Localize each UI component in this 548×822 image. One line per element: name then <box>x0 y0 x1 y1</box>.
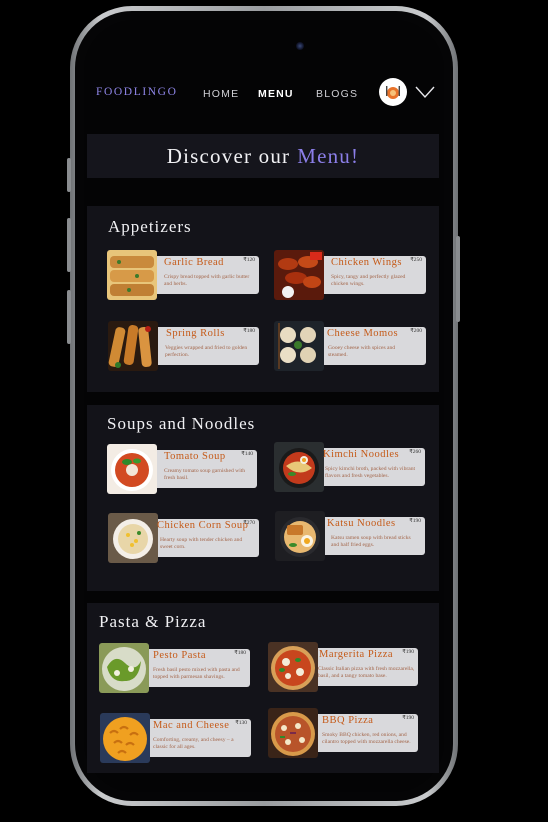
pesto-pasta-image <box>99 643 149 693</box>
item-name: Mac and Cheese <box>153 720 230 731</box>
item-name: Garlic Bread <box>164 257 224 268</box>
chevron-down-icon[interactable] <box>415 82 435 102</box>
item-name: BBQ Pizza <box>322 715 374 726</box>
section-appetizers: Appetizers Garlic Bread ₹120 Crispy brea… <box>87 206 439 392</box>
phone-volume-down <box>67 290 71 344</box>
item-price: ₹260 <box>409 449 421 455</box>
item-desc: Crispy bread topped with garlic butter a… <box>164 274 250 287</box>
top-nav: FOODLINGO HOME MENU BLOGS <box>96 78 453 106</box>
item-name: Tomato Soup <box>164 451 226 462</box>
item-price: ₹140 <box>241 451 253 457</box>
menu-item-card[interactable]: Kimchi Noodles ₹260 Spicy kimchi broth, … <box>274 442 425 492</box>
front-camera <box>296 42 304 50</box>
nav-menu[interactable]: MENU <box>258 88 294 100</box>
item-desc: Creamy tomato soup garnished with fresh … <box>164 468 246 481</box>
item-desc: Classic Italian pizza with fresh mozzare… <box>318 666 415 679</box>
item-name: Katsu Noodles <box>327 518 396 529</box>
brand-prefix: FOOD <box>96 86 134 98</box>
section-title: Appetizers <box>108 217 192 236</box>
menu-banner: Discover our Menu! <box>87 134 439 178</box>
bbq-pizza-image <box>268 708 318 758</box>
brand-logo[interactable]: FOODLINGO <box>96 86 178 98</box>
chicken-corn-soup-image <box>108 513 158 563</box>
katsu-noodles-image <box>275 511 325 561</box>
banner-accent: Menu! <box>297 143 360 168</box>
item-name: Spring Rolls <box>166 328 225 339</box>
item-price: ₹200 <box>410 328 422 334</box>
item-price: ₹190 <box>402 649 414 655</box>
item-price: ₹130 <box>235 720 247 726</box>
item-desc: Fresh basil pesto mixed with pasta and t… <box>153 667 240 680</box>
menu-item-card[interactable]: Chicken Wings ₹250 Spicy, tangy and perf… <box>274 250 426 300</box>
banner-text: Discover our <box>166 143 291 168</box>
item-desc: Spicy, tangy and perfectly glazed chicke… <box>331 274 406 287</box>
item-desc: Smoky BBQ chicken, red onions, and cilan… <box>322 732 411 745</box>
menu-item-card[interactable]: BBQ Pizza ₹190 Smoky BBQ chicken, red on… <box>268 708 418 758</box>
item-desc: Veggies wrapped and fried to golden perf… <box>165 345 248 358</box>
item-desc: Spicy kimchi broth, packed with vibrant … <box>325 466 416 479</box>
item-price: ₹180 <box>243 328 255 334</box>
phone-volume-up <box>67 218 71 272</box>
item-desc: Katsu ramen soup with bread sticks and h… <box>331 535 411 548</box>
menu-item-card[interactable]: Pesto Pasta ₹180 Fresh basil pesto mixed… <box>99 643 250 693</box>
cheese-momos-image <box>274 321 324 371</box>
item-price: ₹190 <box>402 715 414 721</box>
item-desc: Gooey cheese with spices and steamed. <box>328 345 396 358</box>
item-name: Cheese Momos <box>327 328 399 339</box>
garlic-bread-image <box>107 250 157 300</box>
phone-mute-switch <box>67 158 71 192</box>
mac-and-cheese-image <box>100 713 150 763</box>
menu-item-card[interactable]: Garlic Bread ₹120 Crispy bread topped wi… <box>107 250 259 300</box>
section-soups-noodles: Soups and Noodles Tomato Soup ₹140 Cream… <box>87 405 439 591</box>
item-name: Pesto Pasta <box>153 650 207 661</box>
item-name: Kimchi Noodles <box>323 449 400 460</box>
margerita-pizza-image <box>268 642 318 692</box>
kimchi-noodles-image <box>274 442 324 492</box>
item-price: ₹270 <box>243 520 255 526</box>
menu-item-card[interactable]: Tomato Soup ₹140 Creamy tomato soup garn… <box>107 444 257 494</box>
menu-item-card[interactable]: Mac and Cheese ₹130 Comforting, creamy, … <box>100 713 251 763</box>
menu-item-card[interactable]: Margerita Pizza ₹190 Classic Italian piz… <box>268 642 418 692</box>
item-price: ₹190 <box>409 518 421 524</box>
menu-item-card[interactable]: Spring Rolls ₹180 Veggies wrapped and fr… <box>108 321 259 371</box>
item-price: ₹180 <box>234 650 246 656</box>
item-name: Margerita Pizza <box>319 649 394 660</box>
spring-rolls-image <box>108 321 158 371</box>
menu-item-card[interactable]: Chicken Corn Soup ₹270 Hearty soup with … <box>108 513 259 563</box>
nav-blogs[interactable]: BLOGS <box>316 88 358 100</box>
item-price: ₹120 <box>243 257 255 263</box>
section-title: Pasta & Pizza <box>99 612 207 631</box>
item-desc: Hearty soup with tender chicken and swee… <box>160 537 243 550</box>
brand-suffix: LINGO <box>133 86 178 98</box>
menu-item-card[interactable]: Katsu Noodles ₹190 Katsu ramen soup with… <box>275 511 425 561</box>
section-title: Soups and Noodles <box>107 414 256 433</box>
item-name: Chicken Wings <box>331 257 402 268</box>
menu-item-card[interactable]: Cheese Momos ₹200 Gooey cheese with spic… <box>274 321 426 371</box>
item-desc: Comforting, creamy, and cheesy – a class… <box>153 737 234 750</box>
phone-power-button <box>456 236 460 322</box>
tomato-soup-image <box>107 444 157 494</box>
chicken-wings-image <box>274 250 324 300</box>
chef-avatar-icon[interactable] <box>379 78 407 106</box>
nav-home[interactable]: HOME <box>203 88 239 100</box>
item-price: ₹250 <box>410 257 422 263</box>
item-name: Chicken Corn Soup <box>157 520 249 531</box>
section-pasta-pizza: Pasta & Pizza Pesto Pasta ₹180 Fresh bas… <box>87 603 439 773</box>
